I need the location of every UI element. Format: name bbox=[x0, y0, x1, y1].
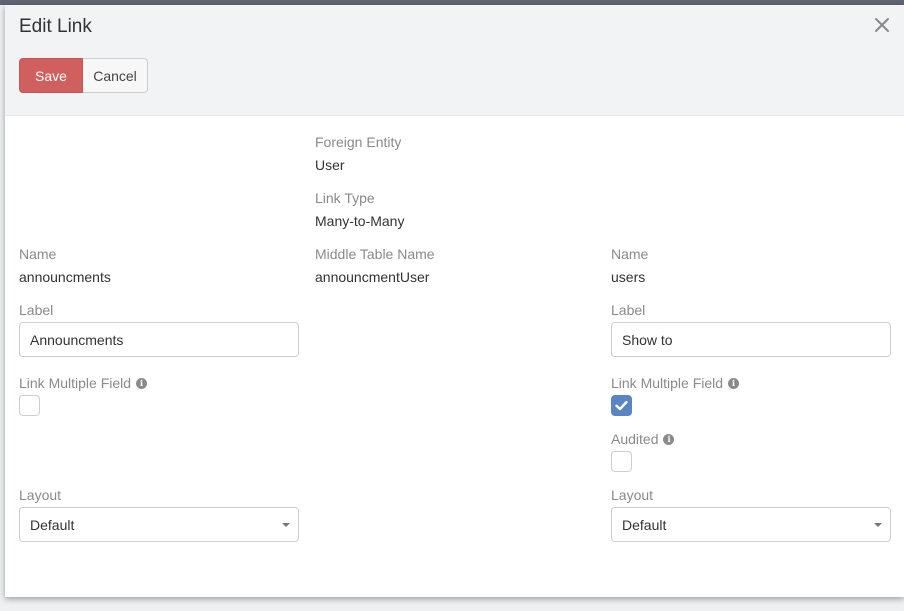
left-layout-label: Layout bbox=[19, 487, 62, 503]
audited-checkbox[interactable] bbox=[611, 451, 632, 472]
cancel-button[interactable]: Cancel bbox=[83, 58, 148, 93]
dialog-header: Edit Link Save Cancel bbox=[5, 5, 904, 116]
audited-field: Audited i bbox=[611, 430, 675, 448]
left-name-label: Name bbox=[19, 246, 57, 262]
info-icon[interactable]: i bbox=[728, 377, 740, 389]
middle-table-label: Middle Table Name bbox=[315, 246, 435, 262]
right-link-multiple-label: Link Multiple Field bbox=[611, 375, 724, 391]
caret-down-icon bbox=[874, 523, 882, 527]
left-link-multiple-label: Link Multiple Field bbox=[19, 375, 132, 391]
link-type-value: Many-to-Many bbox=[315, 213, 405, 229]
save-button[interactable]: Save bbox=[19, 58, 83, 93]
link-type-field: Link Type Many-to-Many bbox=[315, 189, 404, 230]
right-layout-value: Default bbox=[622, 516, 667, 533]
backdrop-bottom bbox=[0, 597, 904, 611]
right-name-value: users bbox=[611, 269, 646, 285]
right-name-field: Name users bbox=[611, 245, 648, 286]
info-icon[interactable]: i bbox=[663, 433, 675, 445]
action-buttons: Save Cancel bbox=[19, 58, 148, 93]
dialog-title: Edit Link bbox=[19, 16, 92, 37]
audited-label: Audited bbox=[611, 431, 659, 447]
foreign-entity-value: User bbox=[315, 157, 345, 173]
check-icon bbox=[615, 400, 628, 411]
left-link-multiple-checkbox[interactable] bbox=[19, 395, 40, 416]
close-icon[interactable] bbox=[872, 15, 892, 35]
right-label-label: Label bbox=[611, 302, 646, 318]
left-layout-value: Default bbox=[30, 516, 75, 533]
right-layout-label: Layout bbox=[611, 487, 654, 503]
left-layout-field: Layout bbox=[19, 486, 61, 504]
foreign-entity-field: Foreign Entity User bbox=[315, 133, 401, 174]
left-label-label: Label bbox=[19, 302, 54, 318]
foreign-entity-label: Foreign Entity bbox=[315, 134, 402, 150]
left-label-input[interactable] bbox=[19, 322, 299, 357]
right-layout-field: Layout bbox=[611, 486, 653, 504]
link-type-label: Link Type bbox=[315, 190, 375, 206]
right-link-multiple-checkbox[interactable] bbox=[611, 395, 632, 416]
right-link-multiple-field: Link Multiple Field i bbox=[611, 374, 740, 392]
info-icon[interactable]: i bbox=[136, 377, 148, 389]
left-link-multiple-field: Link Multiple Field i bbox=[19, 374, 148, 392]
right-layout-select[interactable]: Default bbox=[611, 507, 891, 542]
edit-link-dialog: Edit Link Save Cancel Foreign Entity Use… bbox=[5, 5, 904, 597]
left-label-field-label-wrap: Label bbox=[19, 301, 53, 319]
right-name-label: Name bbox=[611, 246, 649, 262]
left-name-value: announcments bbox=[19, 269, 111, 285]
right-label-field-label-wrap: Label bbox=[611, 301, 645, 319]
left-layout-select[interactable]: Default bbox=[19, 507, 299, 542]
middle-table-field: Middle Table Name announcmentUser bbox=[315, 245, 435, 286]
right-label-input[interactable] bbox=[611, 322, 891, 357]
caret-down-icon bbox=[282, 523, 290, 527]
left-name-field: Name announcments bbox=[19, 245, 111, 286]
middle-table-value: announcmentUser bbox=[315, 269, 430, 285]
